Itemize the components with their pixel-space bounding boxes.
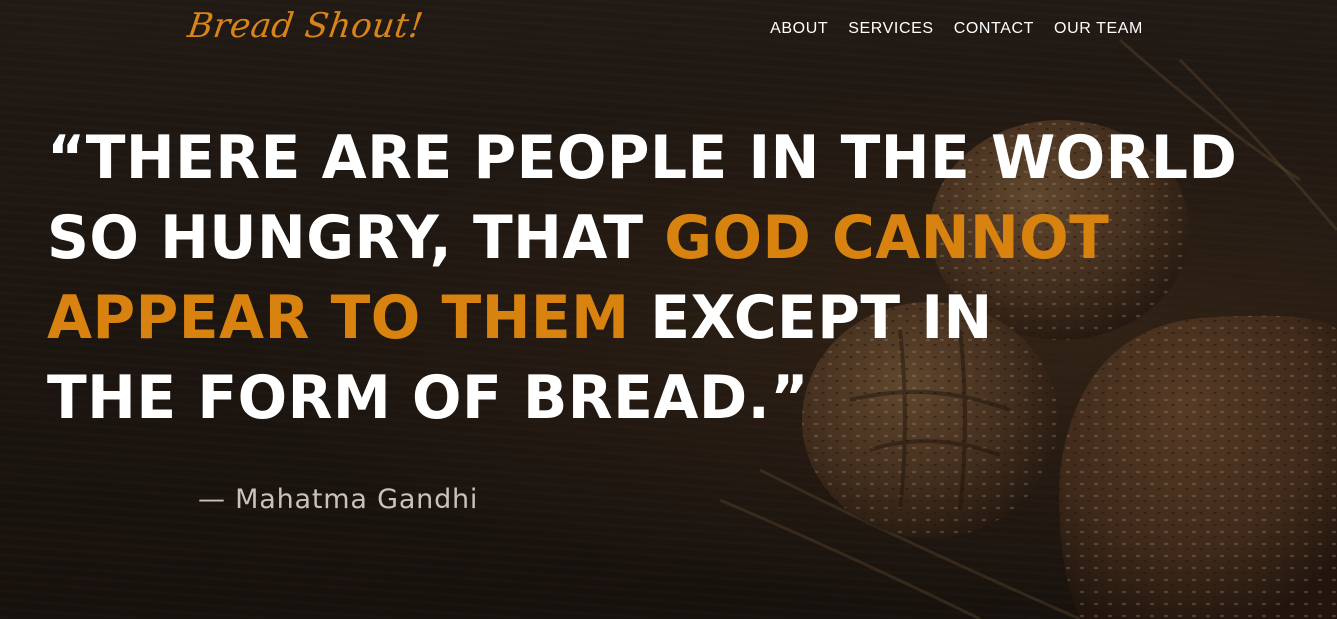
quote-author: — Mahatma Gandhi	[198, 484, 479, 515]
quote-text-end: THE FORM OF BREAD.”	[47, 363, 810, 433]
brand-logo[interactable]: Bread Shout!	[185, 6, 426, 46]
hero-quote: “THERE ARE PEOPLE IN THE WORLD SO HUNGRY…	[47, 118, 1279, 438]
nav-about-link[interactable]: ABOUT	[770, 20, 828, 38]
quote-text-middle: EXCEPT IN	[629, 283, 993, 353]
nav-contact-link[interactable]: CONTACT	[954, 20, 1034, 38]
hero-section: Bread Shout! ABOUT SERVICES CONTACT OUR …	[0, 0, 1337, 619]
nav-services-link[interactable]: SERVICES	[848, 20, 933, 38]
nav-our-team-link[interactable]: OUR TEAM	[1054, 20, 1143, 38]
main-nav: ABOUT SERVICES CONTACT OUR TEAM	[770, 20, 1143, 38]
top-navigation-bar: Bread Shout! ABOUT SERVICES CONTACT OUR …	[0, 0, 1337, 62]
